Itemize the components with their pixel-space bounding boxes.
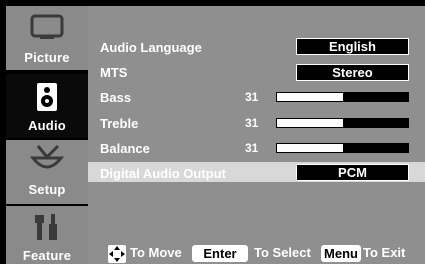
move-hint: To Move bbox=[130, 245, 182, 260]
tab-feature[interactable]: Feature bbox=[6, 206, 88, 264]
menu-tabs: Picture Audio Setup Feature bbox=[0, 0, 88, 264]
audio-language-label: Audio Language bbox=[100, 40, 202, 55]
tab-audio[interactable]: Audio bbox=[6, 74, 88, 138]
balance-slider-fill bbox=[277, 144, 343, 152]
tab-picture-label: Picture bbox=[24, 50, 70, 65]
tools-icon bbox=[35, 214, 57, 240]
menu-key: Menu bbox=[321, 245, 361, 262]
monitor-icon bbox=[30, 14, 64, 39]
balance-value: 31 bbox=[245, 141, 259, 155]
select-hint: To Select bbox=[254, 245, 311, 260]
treble-value: 31 bbox=[245, 116, 259, 130]
treble-slider-fill bbox=[277, 119, 343, 127]
audio-language-value[interactable]: English bbox=[296, 38, 409, 55]
dpad-icon bbox=[108, 245, 126, 263]
tab-feature-label: Feature bbox=[22, 248, 72, 263]
exit-hint: To Exit bbox=[363, 245, 406, 260]
bass-slider-fill bbox=[277, 93, 343, 101]
speaker-icon bbox=[37, 83, 57, 111]
digital-audio-output-label: Digital Audio Output bbox=[100, 166, 226, 181]
tab-setup-label: Setup bbox=[28, 182, 66, 197]
bass-label: Bass bbox=[100, 90, 132, 105]
antenna-icon bbox=[30, 144, 64, 169]
balance-label: Balance bbox=[100, 141, 150, 156]
tab-setup[interactable]: Setup bbox=[6, 140, 88, 204]
mts-label: MTS bbox=[100, 65, 128, 80]
treble-slider[interactable] bbox=[276, 118, 409, 128]
tab-picture[interactable]: Picture bbox=[6, 6, 88, 70]
enter-key: Enter bbox=[192, 245, 248, 262]
mts-value[interactable]: Stereo bbox=[296, 64, 409, 81]
tab-audio-label: Audio bbox=[28, 118, 66, 133]
digital-audio-output-value[interactable]: PCM bbox=[296, 164, 409, 181]
bass-value: 31 bbox=[245, 90, 259, 104]
treble-label: Treble bbox=[100, 116, 139, 131]
bass-slider[interactable] bbox=[276, 92, 409, 102]
balance-slider[interactable] bbox=[276, 143, 409, 153]
